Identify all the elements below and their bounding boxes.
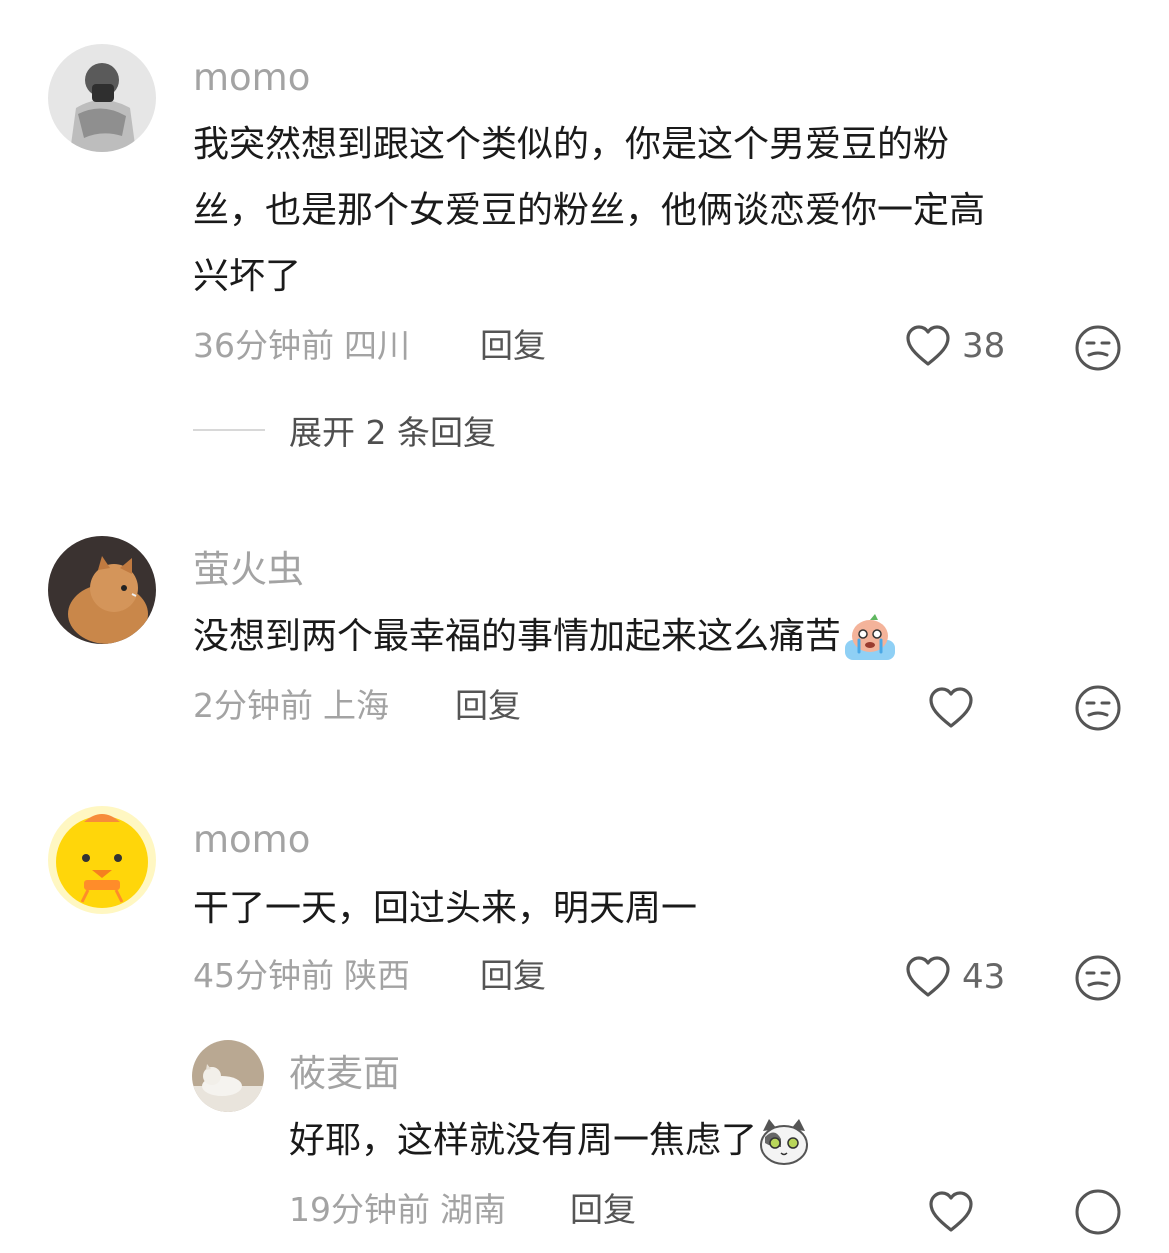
location: 四川 bbox=[344, 326, 410, 365]
location: 上海 bbox=[323, 686, 389, 725]
heart-icon bbox=[906, 325, 950, 366]
timestamp: 2分钟前 bbox=[193, 686, 313, 725]
dislike-button[interactable] bbox=[1074, 324, 1122, 376]
comment-text-line: 好耶，这样就没有周一焦虑了 bbox=[289, 1120, 758, 1161]
avatar[interactable] bbox=[48, 44, 156, 152]
heart-icon bbox=[929, 687, 973, 728]
meh-face-icon bbox=[1075, 955, 1121, 1001]
like-button[interactable] bbox=[927, 1190, 975, 1234]
comment-text-line: 干了一天，回过头来，明天周一 bbox=[193, 888, 698, 929]
divider-line bbox=[193, 429, 265, 431]
username[interactable]: momo bbox=[193, 56, 310, 100]
reply-button[interactable]: 回复 bbox=[570, 1190, 636, 1230]
comment-text: 干了一天，回过头来，明天周一 bbox=[193, 876, 1123, 942]
avatar[interactable] bbox=[48, 536, 156, 644]
heart-icon bbox=[906, 956, 950, 997]
avatar[interactable] bbox=[48, 806, 156, 914]
timestamp: 36分钟前 bbox=[193, 326, 334, 365]
cat-emoji-icon bbox=[760, 1119, 809, 1165]
comment-text-line: 兴坏了 bbox=[193, 256, 302, 297]
dislike-button[interactable] bbox=[1074, 1188, 1122, 1240]
meh-face-icon bbox=[1075, 1189, 1121, 1235]
comment-meta: 19分钟前 湖南 bbox=[289, 1190, 506, 1230]
comment-text: 好耶，这样就没有周一焦虑了 bbox=[289, 1108, 1119, 1174]
avatar-image-icon bbox=[48, 44, 156, 152]
meh-face-icon bbox=[1075, 685, 1121, 731]
crying-emoji-icon bbox=[845, 614, 896, 660]
like-button[interactable] bbox=[927, 686, 975, 730]
dislike-button[interactable] bbox=[1074, 954, 1122, 1006]
reply-button[interactable]: 回复 bbox=[455, 686, 521, 726]
reply-button[interactable]: 回复 bbox=[480, 326, 546, 366]
like-button[interactable]: 38 bbox=[904, 324, 1005, 368]
avatar[interactable] bbox=[192, 1040, 264, 1112]
like-count: 43 bbox=[962, 957, 1006, 997]
comment-meta: 36分钟前 四川 bbox=[193, 326, 410, 366]
expand-replies-label: 展开 2 条回复 bbox=[289, 413, 496, 452]
cat-avatar-icon bbox=[48, 536, 156, 644]
chick-avatar-icon bbox=[48, 806, 156, 914]
cat-avatar-icon bbox=[192, 1040, 264, 1112]
username[interactable]: 莜麦面 bbox=[289, 1052, 400, 1096]
username[interactable]: 萤火虫 bbox=[193, 548, 304, 592]
comment-text-line: 我突然想到跟这个类似的，你是这个男爱豆的粉 bbox=[193, 124, 950, 165]
heart-icon bbox=[929, 1191, 973, 1232]
comment-text-line: 丝，也是那个女爱豆的粉丝，他俩谈恋爱你一定高 bbox=[193, 190, 986, 231]
timestamp: 19分钟前 bbox=[289, 1190, 430, 1229]
comment-text-line: 没想到两个最幸福的事情加起来这么痛苦 bbox=[193, 616, 842, 657]
comment-meta: 45分钟前 陕西 bbox=[193, 956, 410, 996]
comment-text: 我突然想到跟这个类似的，你是这个男爱豆的粉 丝，也是那个女爱豆的粉丝，他俩谈恋爱… bbox=[193, 112, 1123, 310]
meh-face-icon bbox=[1075, 325, 1121, 371]
comment-meta: 2分钟前 上海 bbox=[193, 686, 389, 726]
comment-text: 没想到两个最幸福的事情加起来这么痛苦 bbox=[193, 604, 1123, 670]
reply-button[interactable]: 回复 bbox=[480, 956, 546, 996]
timestamp: 45分钟前 bbox=[193, 956, 334, 995]
expand-replies-button[interactable]: 展开 2 条回复 bbox=[193, 406, 496, 454]
like-button[interactable]: 43 bbox=[904, 955, 1005, 999]
like-count: 38 bbox=[962, 326, 1006, 366]
username[interactable]: momo bbox=[193, 818, 310, 862]
dislike-button[interactable] bbox=[1074, 684, 1122, 736]
location: 陕西 bbox=[344, 956, 410, 995]
location: 湖南 bbox=[440, 1190, 506, 1229]
